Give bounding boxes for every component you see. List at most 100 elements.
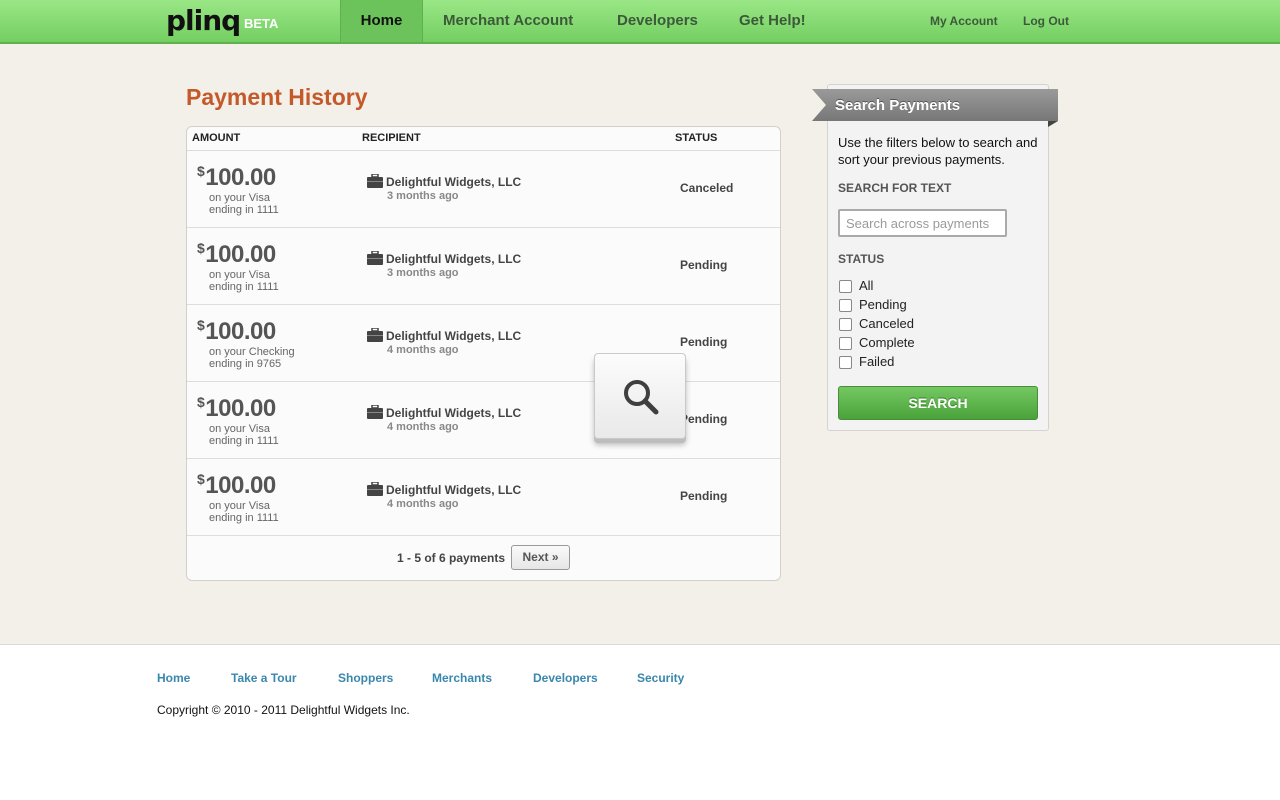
- payment-time: 4 months ago: [387, 498, 459, 510]
- payment-method-line: on your Visa: [209, 269, 270, 281]
- payment-time: 4 months ago: [387, 344, 459, 356]
- currency-symbol: $: [197, 317, 205, 333]
- payment-amount: $100.00: [197, 317, 276, 346]
- footer: Home Take a Tour Shoppers Merchants Deve…: [0, 644, 1280, 800]
- recipient-name[interactable]: Delightful Widgets, LLC: [386, 329, 521, 343]
- status-checkbox-pending[interactable]: Pending: [839, 297, 907, 313]
- nav-merchant-account[interactable]: Merchant Account: [443, 0, 573, 42]
- checkbox[interactable]: [839, 356, 852, 369]
- my-account-link[interactable]: My Account: [930, 0, 998, 42]
- pagination-summary: 1 - 5 of 6 payments: [397, 551, 506, 565]
- beta-badge: BETA: [244, 16, 279, 31]
- status-badge: Pending: [680, 412, 728, 426]
- footer-link-tour[interactable]: Take a Tour: [231, 671, 297, 685]
- briefcase-icon: [367, 328, 383, 342]
- footer-link-home[interactable]: Home: [157, 671, 190, 685]
- nav-developers[interactable]: Developers: [617, 0, 698, 42]
- status-badge: Pending: [680, 335, 728, 349]
- nav-get-help[interactable]: Get Help!: [739, 0, 806, 42]
- payment-method: on your Checking ending in 9765: [209, 346, 295, 370]
- nav-home[interactable]: Home: [340, 0, 423, 42]
- status-checkbox-failed[interactable]: Failed: [839, 354, 894, 370]
- pagination: 1 - 5 of 6 payments Next »: [187, 545, 780, 571]
- checkbox-label: Canceled: [859, 316, 914, 331]
- payment-time: 4 months ago: [387, 421, 459, 433]
- checkbox[interactable]: [839, 318, 852, 331]
- status-badge: Pending: [680, 258, 728, 272]
- checkbox[interactable]: [839, 299, 852, 312]
- amount-value: 100.00: [205, 241, 276, 268]
- payment-method-line: ending in 1111: [209, 512, 279, 524]
- checkbox[interactable]: [839, 337, 852, 350]
- briefcase-icon: [367, 174, 383, 188]
- amount-value: 100.00: [205, 472, 276, 499]
- payment-method-line: ending in 9765: [209, 358, 282, 370]
- table-row[interactable]: $100.00 on your Visa ending in 1111 Delig…: [187, 459, 780, 536]
- payment-time: 3 months ago: [387, 190, 459, 202]
- table-row[interactable]: $100.00 on your Visa ending in 1111 Delig…: [187, 151, 780, 228]
- briefcase-icon: [367, 482, 383, 496]
- copyright: Copyright © 2010 - 2011 Delightful Widge…: [157, 703, 410, 717]
- log-out-link[interactable]: Log Out: [1023, 0, 1069, 42]
- search-input[interactable]: [838, 209, 1007, 237]
- plinq-logo[interactable]: plinq: [166, 4, 241, 37]
- table-row[interactable]: $100.00 on your Checking ending in 9765 D…: [187, 305, 780, 382]
- payment-method-line: on your Visa: [209, 423, 270, 435]
- table-row[interactable]: $100.00 on your Visa ending in 1111 Delig…: [187, 228, 780, 305]
- table-header: AMOUNT RECIPIENT STATUS: [187, 127, 780, 151]
- page-title: Payment History: [186, 84, 368, 110]
- payment-method-line: on your Checking: [209, 346, 295, 358]
- column-header-recipient: RECIPIENT: [362, 132, 421, 144]
- currency-symbol: $: [197, 240, 205, 256]
- amount-value: 100.00: [205, 395, 276, 422]
- footer-link-security[interactable]: Security: [637, 671, 684, 685]
- footer-link-developers[interactable]: Developers: [533, 671, 598, 685]
- checkbox[interactable]: [839, 280, 852, 293]
- payment-amount: $100.00: [197, 163, 276, 192]
- column-header-amount: AMOUNT: [192, 132, 241, 144]
- checkbox-label: Failed: [859, 354, 895, 369]
- amount-value: 100.00: [205, 164, 276, 191]
- checkbox-label: All: [859, 278, 874, 293]
- next-page-button[interactable]: Next »: [511, 545, 570, 570]
- recipient-name[interactable]: Delightful Widgets, LLC: [386, 252, 521, 266]
- briefcase-icon: [367, 251, 383, 265]
- status-checkbox-complete[interactable]: Complete: [839, 335, 915, 351]
- payment-time: 3 months ago: [387, 267, 459, 279]
- currency-symbol: $: [197, 163, 205, 179]
- checkbox-label: Complete: [859, 335, 915, 350]
- status-badge: Pending: [680, 489, 728, 503]
- table-row[interactable]: $100.00 on your Visa ending in 1111 Delig…: [187, 382, 780, 459]
- payment-method-line: ending in 1111: [209, 281, 279, 293]
- recipient-name[interactable]: Delightful Widgets, LLC: [386, 483, 521, 497]
- footer-link-shoppers[interactable]: Shoppers: [338, 671, 393, 685]
- payment-method: on your Visa ending in 1111: [209, 269, 279, 293]
- search-button[interactable]: SEARCH: [838, 386, 1038, 420]
- payment-method-line: on your Visa: [209, 500, 270, 512]
- amount-value: 100.00: [205, 318, 276, 345]
- status-badge: Canceled: [680, 181, 734, 195]
- ribbon-fold: [1048, 121, 1058, 127]
- footer-link-merchants[interactable]: Merchants: [432, 671, 492, 685]
- payment-amount: $100.00: [197, 394, 276, 423]
- magnifier-overlay[interactable]: [594, 353, 686, 439]
- status-checkbox-all[interactable]: All: [839, 278, 873, 294]
- payment-method: on your Visa ending in 1111: [209, 500, 279, 524]
- payment-method-line: ending in 1111: [209, 435, 279, 447]
- top-navigation: plinq BETA Home Merchant Account Develop…: [0, 0, 1280, 44]
- payment-method: on your Visa ending in 1111: [209, 423, 279, 447]
- search-text-label: SEARCH FOR TEXT: [838, 181, 952, 195]
- checkbox-label: Pending: [859, 297, 907, 312]
- column-header-status: STATUS: [675, 132, 718, 144]
- payment-method: on your Visa ending in 1111: [209, 192, 279, 216]
- magnifier-icon: [624, 380, 659, 415]
- status-checkbox-canceled[interactable]: Canceled: [839, 316, 914, 332]
- payment-method-line: ending in 1111: [209, 204, 279, 216]
- currency-symbol: $: [197, 394, 205, 410]
- search-panel-title: Search Payments: [835, 97, 961, 114]
- recipient-name[interactable]: Delightful Widgets, LLC: [386, 175, 521, 189]
- recipient-name[interactable]: Delightful Widgets, LLC: [386, 406, 521, 420]
- payment-amount: $100.00: [197, 240, 276, 269]
- status-filter-label: STATUS: [838, 252, 885, 266]
- briefcase-icon: [367, 405, 383, 419]
